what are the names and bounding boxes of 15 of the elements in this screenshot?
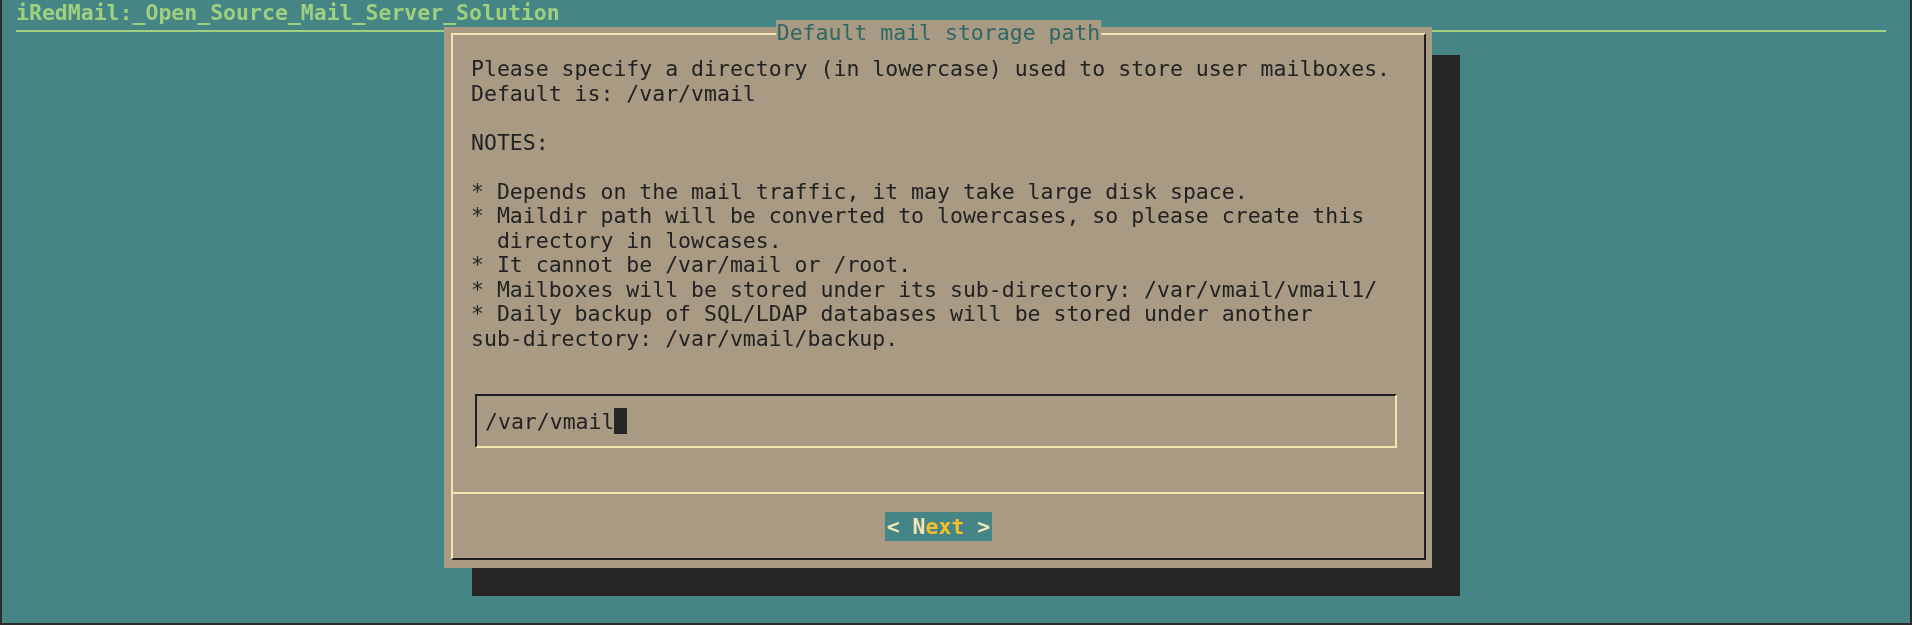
- message-text: * It cannot be /var/mail or /root.: [471, 253, 913, 278]
- message-text: * Mailboxes will be stored under its sub-directory: /var/vmail/vmail1/: [471, 277, 1379, 302]
- message-text: Default is: /var/vmail: [471, 81, 757, 106]
- message-text: Please specify a directory (in lowercase) used to store user mailboxes.: [471, 57, 1392, 82]
- message-text: NOTES:: [471, 130, 550, 155]
- message-text: directory in lowcases.: [495, 228, 783, 253]
- message-text: * Daily backup of SQL/LDAP databases will be stored under another: [471, 302, 1314, 327]
- window-title: iRedMail:_Open_Source_Mail_Server_Solution: [15, 0, 561, 26]
- text-cursor: [614, 408, 628, 434]
- message-text: * Maildir path will be converted to lowercases, so please create this: [471, 204, 1366, 229]
- next-button[interactable]: < Next >: [884, 511, 993, 541]
- input-field[interactable]: /var/vmail: [475, 394, 1397, 448]
- message-text: sub-directory: /var/vmail/backup.: [471, 326, 900, 351]
- dialog-title: Default mail storage path: [775, 20, 1102, 46]
- message-text: * Depends on the mail traffic, it may take large disk space.: [471, 179, 1249, 204]
